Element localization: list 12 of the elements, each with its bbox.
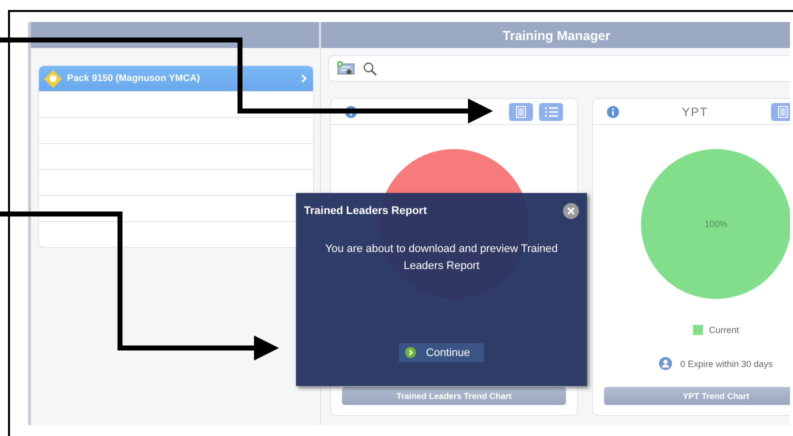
trend-chart-button[interactable]: Trained Leaders Trend Chart (342, 387, 566, 405)
card-title: YPT (680, 104, 710, 118)
expire-note: 0 Expire within 30 days (680, 358, 773, 368)
pie-label: 100% (704, 219, 728, 229)
dialog-message: You are about to download and preview Trained Leaders Report (324, 242, 559, 274)
trend-chart-button[interactable]: YPT Trend Chart (604, 387, 790, 405)
sidebar-item[interactable]: Pack 9150 (Magnuson YMCA) (39, 66, 313, 92)
continue-button[interactable]: Continue (398, 343, 484, 362)
legend-label: Current (708, 325, 739, 335)
sidebar-item-label: Pack 9150 (Magnuson YMCA) (67, 73, 201, 84)
window-title: Training Manager (502, 28, 610, 42)
dialog-title: Trained Leaders Report (304, 205, 427, 217)
